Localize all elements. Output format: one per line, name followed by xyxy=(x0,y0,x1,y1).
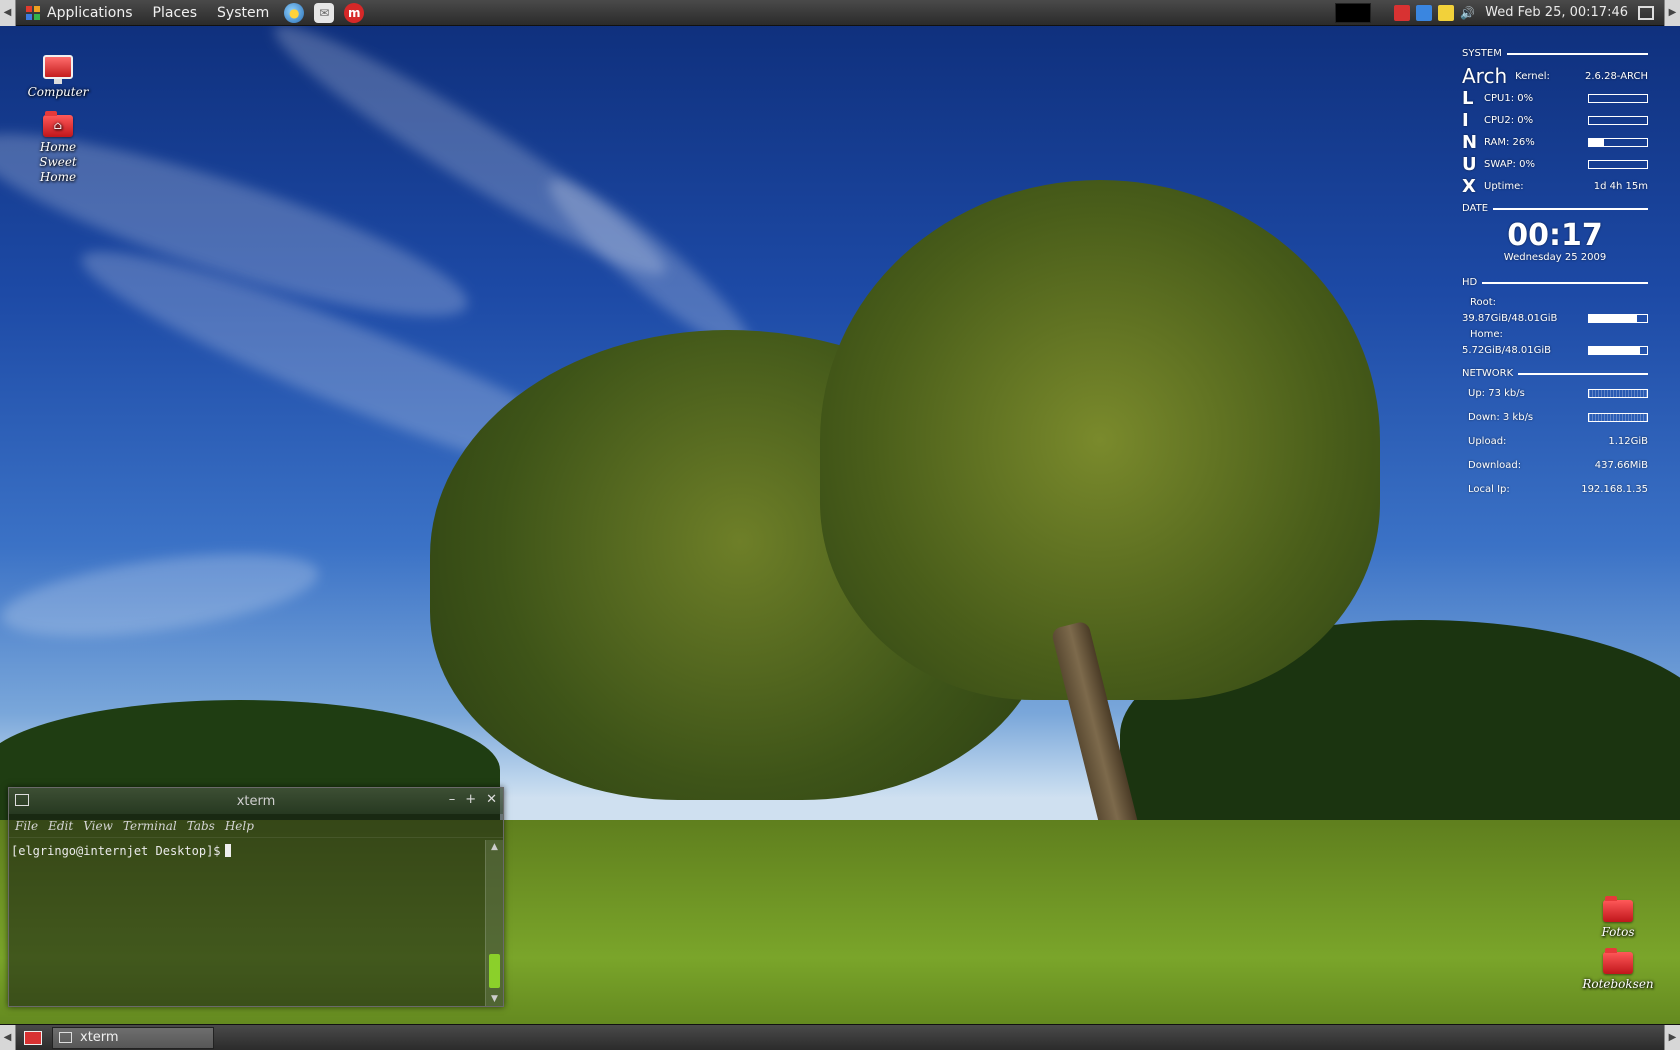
conky-monitor: SYSTEM Arch Kernel: 2.6.28-ARCH L CPU1: … xyxy=(1462,48,1648,501)
root-usage: 39.87GiB/48.01GiB xyxy=(1462,312,1558,324)
panel-left-arrow[interactable]: ◀ xyxy=(0,0,16,26)
window-menu-icon[interactable] xyxy=(15,794,29,806)
computer-label: Computer xyxy=(27,85,89,99)
home-folder-icon: ⌂ xyxy=(43,111,73,137)
maximize-icon[interactable]: + xyxy=(465,792,476,807)
cpu2-usage: CPU2: 0% xyxy=(1484,114,1534,126)
xterm-titlebar[interactable]: xterm – + ✕ xyxy=(9,788,503,814)
terminal-scrollbar[interactable]: ▲ ▼ xyxy=(485,840,503,1006)
menu-file[interactable]: File xyxy=(15,819,38,833)
shell-prompt: [elgringo@internjet Desktop]$ xyxy=(11,844,221,858)
menu-tabs[interactable]: Tabs xyxy=(187,819,215,833)
applications-menu[interactable]: Applications xyxy=(16,0,143,26)
cpu2-bar xyxy=(1588,115,1648,125)
applications-menu-label: Applications xyxy=(47,4,133,21)
distro-name: Arch xyxy=(1462,64,1508,88)
notes-icon[interactable] xyxy=(1438,4,1455,21)
taskbar-item-label: xterm xyxy=(80,1030,119,1045)
cpu1-usage: CPU1: 0% xyxy=(1484,92,1534,104)
xterm-window[interactable]: xterm – + ✕ File Edit View Terminal Tabs… xyxy=(8,787,504,1007)
linux-letter: L xyxy=(1462,87,1474,109)
scrollbar-thumb[interactable] xyxy=(489,954,500,988)
swap-usage: SWAP: 0% xyxy=(1484,158,1535,170)
conky-date: Wednesday 25 2009 xyxy=(1503,252,1607,263)
kernel-version: 2.6.28-ARCH xyxy=(1585,70,1648,82)
local-ip-label: Local Ip: xyxy=(1468,483,1510,495)
bottom-panel: ◀ xterm ▶ xyxy=(0,1024,1680,1050)
cpu1-bar xyxy=(1588,93,1648,103)
computer-desktop-icon[interactable]: Computer xyxy=(18,55,98,100)
home-label: Home Sweet Home xyxy=(39,140,77,184)
menu-edit[interactable]: Edit xyxy=(48,819,73,833)
system-menu[interactable]: System xyxy=(207,0,279,26)
kernel-label: Kernel: xyxy=(1515,70,1550,82)
terminal-area[interactable]: [elgringo@internjet Desktop]$ xyxy=(9,840,485,1006)
linux-letter: I xyxy=(1462,109,1469,131)
panel-right-arrow[interactable]: ▶ xyxy=(1664,1024,1680,1050)
m-app-icon[interactable]: m xyxy=(344,2,365,23)
xterm-menubar: File Edit View Terminal Tabs Help xyxy=(9,814,503,838)
upload-total: 1.12GiB xyxy=(1608,435,1648,447)
dropbox-icon[interactable] xyxy=(1416,4,1433,21)
system-section-heading: SYSTEM xyxy=(1462,48,1648,59)
upload-graph xyxy=(1588,388,1648,398)
home-usage: 5.72GiB/48.01GiB xyxy=(1462,344,1552,356)
update-notifier-icon[interactable] xyxy=(1394,4,1411,21)
download-total-label: Download: xyxy=(1468,459,1522,471)
root-label: Root: xyxy=(1470,296,1497,308)
download-graph xyxy=(1588,412,1648,422)
download-total: 437.66MiB xyxy=(1594,459,1648,471)
minimize-icon[interactable]: – xyxy=(449,792,456,807)
folder-icon xyxy=(1603,948,1633,974)
scroll-down-icon[interactable]: ▼ xyxy=(486,992,503,1006)
close-icon[interactable]: ✕ xyxy=(486,792,497,807)
fotos-desktop-icon[interactable]: Fotos xyxy=(1578,896,1658,940)
menu-help[interactable]: Help xyxy=(225,819,254,833)
text-cursor xyxy=(224,844,231,857)
hd-section-heading: HD xyxy=(1462,277,1648,288)
ram-bar xyxy=(1588,137,1648,147)
roteboksen-label: Roteboksen xyxy=(1582,977,1654,991)
show-desktop-icon[interactable] xyxy=(24,1030,42,1045)
roteboksen-desktop-icon[interactable]: Roteboksen xyxy=(1578,948,1658,992)
conky-clock: 00:17 xyxy=(1507,218,1603,253)
uptime-value: 1d 4h 15m xyxy=(1593,180,1648,192)
mail-icon[interactable]: ✉ xyxy=(314,2,335,23)
linux-letter: X xyxy=(1462,175,1476,197)
ram-usage: RAM: 26% xyxy=(1484,136,1535,148)
web-browser-icon[interactable]: ● xyxy=(284,2,305,23)
linux-letter: N xyxy=(1462,131,1478,153)
linux-letter: U xyxy=(1462,153,1477,175)
places-menu[interactable]: Places xyxy=(143,0,208,26)
uptime-label: Uptime: xyxy=(1484,180,1524,192)
home-label: Home: xyxy=(1470,328,1503,340)
upload-speed: Up: 73 kb/s xyxy=(1468,387,1525,399)
xterm-title: xterm xyxy=(236,793,276,809)
panel-right-arrow[interactable]: ▶ xyxy=(1664,0,1680,26)
workspace-switcher-icon[interactable] xyxy=(1638,5,1654,20)
upload-total-label: Upload: xyxy=(1468,435,1507,447)
applications-icon xyxy=(26,5,40,20)
taskbar-item-xterm[interactable]: xterm xyxy=(52,1026,214,1049)
root-bar xyxy=(1588,313,1648,323)
download-speed: Down: 3 kb/s xyxy=(1468,411,1534,423)
fotos-label: Fotos xyxy=(1601,925,1635,939)
computer-icon xyxy=(43,55,73,84)
panel-left-arrow[interactable]: ◀ xyxy=(0,1024,16,1050)
terminal-icon xyxy=(59,1032,72,1043)
home-desktop-icon[interactable]: ⌂ Home Sweet Home xyxy=(18,111,98,185)
system-monitor-graph[interactable] xyxy=(1335,2,1372,23)
folder-icon xyxy=(1603,896,1633,922)
panel-clock[interactable]: Wed Feb 25, 00:17:46 xyxy=(1485,5,1628,20)
scroll-up-icon[interactable]: ▲ xyxy=(486,840,503,854)
swap-bar xyxy=(1588,159,1648,169)
date-section-heading: DATE xyxy=(1462,203,1648,214)
menu-terminal[interactable]: Terminal xyxy=(123,819,177,833)
menu-view[interactable]: View xyxy=(83,819,113,833)
top-panel: ◀ Applications Places System ● ✉ m 🔊 Wed… xyxy=(0,0,1680,26)
network-section-heading: NETWORK xyxy=(1462,368,1648,379)
local-ip: 192.168.1.35 xyxy=(1581,483,1648,495)
home-bar xyxy=(1588,345,1648,355)
volume-icon[interactable]: 🔊 xyxy=(1460,5,1476,21)
